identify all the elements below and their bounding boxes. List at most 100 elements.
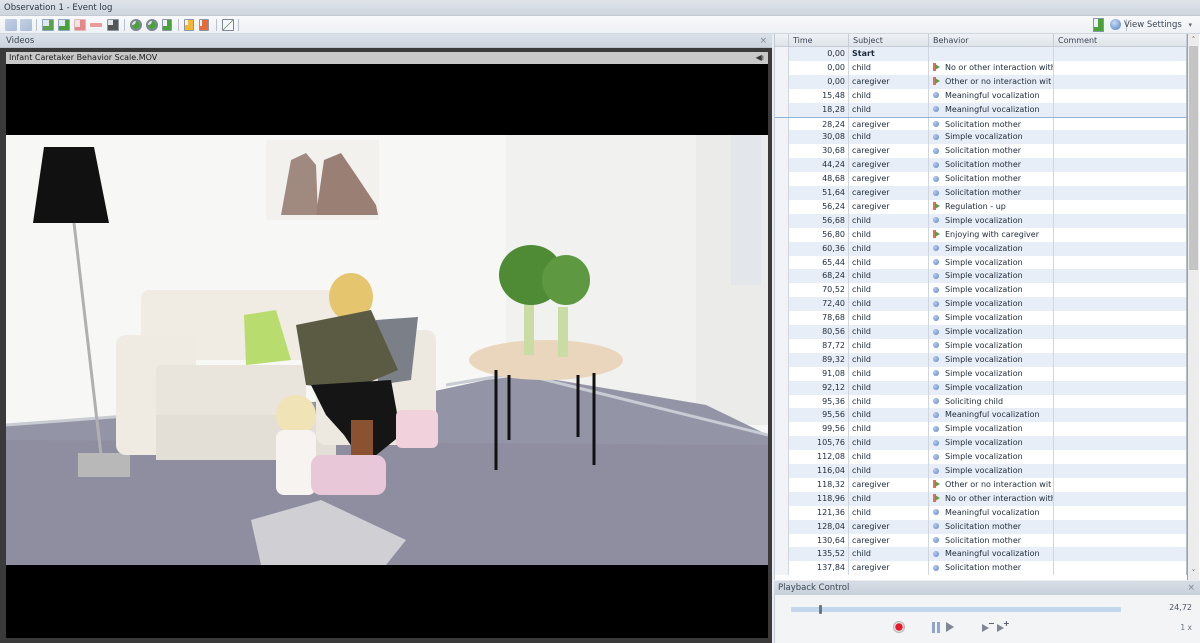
- cell-time[interactable]: 15,48: [789, 88, 849, 103]
- cell-comment[interactable]: [1054, 394, 1187, 409]
- row-indicator[interactable]: [775, 130, 789, 145]
- cell-time[interactable]: 135,52: [789, 547, 849, 562]
- cell-behavior[interactable]: Simple vocalization: [929, 213, 1054, 228]
- cell-comment[interactable]: [1054, 199, 1187, 214]
- cell-subject[interactable]: caregiver: [849, 186, 929, 200]
- cell-time[interactable]: 0,00: [789, 74, 849, 89]
- cell-comment[interactable]: [1054, 297, 1187, 312]
- cell-time[interactable]: 92,12: [789, 380, 849, 395]
- cell-time[interactable]: 68,24: [789, 269, 849, 284]
- cell-behavior[interactable]: Simple vocalization: [929, 352, 1054, 367]
- cell-subject[interactable]: child: [849, 408, 929, 423]
- playback-slider[interactable]: [791, 605, 1121, 614]
- cell-time[interactable]: 44,24: [789, 158, 849, 173]
- table-row[interactable]: 78,68 child Simple vocalization: [775, 311, 1187, 326]
- cell-behavior[interactable]: No or other interaction with: [929, 491, 1054, 506]
- cell-behavior[interactable]: [929, 47, 1054, 61]
- cell-time[interactable]: 60,36: [789, 241, 849, 256]
- cell-subject[interactable]: caregiver: [849, 117, 929, 132]
- cell-comment[interactable]: [1054, 408, 1187, 423]
- cell-comment[interactable]: [1054, 144, 1187, 159]
- scrollbar-thumb[interactable]: [1189, 46, 1198, 271]
- cell-subject[interactable]: child: [849, 213, 929, 228]
- row-indicator[interactable]: [775, 533, 789, 548]
- cell-subject[interactable]: child: [849, 283, 929, 298]
- cell-time[interactable]: 121,36: [789, 505, 849, 520]
- cell-subject[interactable]: child: [849, 422, 929, 437]
- volume-icon[interactable]: ◀ı: [756, 52, 764, 64]
- row-indicator[interactable]: [775, 352, 789, 367]
- cell-time[interactable]: 65,44: [789, 255, 849, 270]
- row-indicator[interactable]: [775, 561, 789, 576]
- cell-time[interactable]: 78,68: [789, 311, 849, 326]
- table-row[interactable]: 95,56 child Meaningful vocalization: [775, 408, 1187, 423]
- cell-behavior[interactable]: Simple vocalization: [929, 283, 1054, 298]
- cell-behavior[interactable]: Meaningful vocalization: [929, 102, 1054, 117]
- row-indicator[interactable]: [775, 464, 789, 478]
- cell-subject[interactable]: child: [849, 269, 929, 284]
- cell-comment[interactable]: [1054, 325, 1187, 339]
- add-document-icon[interactable]: [162, 19, 172, 31]
- cell-time[interactable]: 0,00: [789, 60, 849, 75]
- cell-time[interactable]: 99,56: [789, 422, 849, 437]
- cell-comment[interactable]: [1054, 186, 1187, 200]
- cell-comment[interactable]: [1054, 561, 1187, 576]
- cell-time[interactable]: 28,24: [789, 117, 849, 132]
- row-indicator[interactable]: [775, 60, 789, 75]
- table-row[interactable]: 44,24 caregiver Solicitation mother: [775, 158, 1187, 173]
- playback-slider-thumb[interactable]: [819, 605, 823, 614]
- cell-behavior[interactable]: Simple vocalization: [929, 311, 1054, 326]
- close-icon[interactable]: ×: [759, 34, 767, 48]
- cell-comment[interactable]: [1054, 380, 1187, 395]
- row-indicator[interactable]: [775, 394, 789, 409]
- row-indicator[interactable]: [775, 88, 789, 103]
- table-row[interactable]: 118,96 child No or other interaction with: [775, 491, 1187, 506]
- find-icon[interactable]: [107, 19, 119, 31]
- edit-observation-icon[interactable]: [146, 19, 158, 31]
- cell-comment[interactable]: [1054, 366, 1187, 381]
- pause-button[interactable]: [932, 622, 941, 633]
- cell-behavior[interactable]: Simple vocalization: [929, 422, 1054, 437]
- cell-behavior[interactable]: Meaningful vocalization: [929, 88, 1054, 103]
- cell-behavior[interactable]: Enjoying with caregiver: [929, 227, 1054, 242]
- table-row[interactable]: 112,08 child Simple vocalization: [775, 450, 1187, 465]
- cell-subject[interactable]: child: [849, 102, 929, 117]
- row-indicator[interactable]: [775, 380, 789, 395]
- lightbulb-document-icon[interactable]: [184, 19, 194, 31]
- cell-behavior[interactable]: Simple vocalization: [929, 338, 1054, 353]
- table-row[interactable]: 68,24 child Simple vocalization: [775, 269, 1187, 284]
- cell-time[interactable]: 95,56: [789, 408, 849, 423]
- cell-behavior[interactable]: Simple vocalization: [929, 366, 1054, 381]
- cell-time[interactable]: 51,64: [789, 186, 849, 200]
- table-row[interactable]: 56,24 caregiver Regulation - up: [775, 199, 1187, 214]
- export-document-icon[interactable]: [199, 19, 209, 31]
- row-indicator[interactable]: [775, 283, 789, 298]
- cell-time[interactable]: 18,28: [789, 102, 849, 117]
- cell-behavior[interactable]: Simple vocalization: [929, 297, 1054, 312]
- table-row[interactable]: 105,76 child Simple vocalization: [775, 436, 1187, 451]
- add-observation-icon[interactable]: [130, 19, 142, 31]
- cell-comment[interactable]: [1054, 533, 1187, 548]
- table-row[interactable]: 95,36 child Soliciting child: [775, 394, 1187, 409]
- cell-behavior[interactable]: Simple vocalization: [929, 436, 1054, 451]
- cell-subject[interactable]: caregiver: [849, 172, 929, 187]
- export-icon[interactable]: [1093, 18, 1104, 32]
- cell-time[interactable]: 56,24: [789, 199, 849, 214]
- cell-subject[interactable]: child: [849, 547, 929, 562]
- cell-behavior[interactable]: Simple vocalization: [929, 241, 1054, 256]
- scroll-down-icon[interactable]: ˅: [1188, 568, 1199, 579]
- cell-subject[interactable]: child: [849, 255, 929, 270]
- row-indicator[interactable]: [775, 199, 789, 214]
- row-indicator[interactable]: [775, 491, 789, 506]
- vertical-scrollbar[interactable]: ˄ ˅: [1187, 34, 1199, 580]
- cell-subject[interactable]: caregiver: [849, 561, 929, 576]
- cell-subject[interactable]: child: [849, 436, 929, 451]
- table-row[interactable]: 18,28 child Meaningful vocalization: [775, 102, 1187, 117]
- table-row[interactable]: 135,52 child Meaningful vocalization: [775, 547, 1187, 562]
- table-row[interactable]: 70,52 child Simple vocalization: [775, 283, 1187, 298]
- cell-time[interactable]: 48,68: [789, 172, 849, 187]
- delete-event-icon[interactable]: [74, 19, 86, 31]
- row-indicator[interactable]: [775, 255, 789, 270]
- cell-time[interactable]: 137,84: [789, 561, 849, 576]
- cell-time[interactable]: 30,68: [789, 144, 849, 159]
